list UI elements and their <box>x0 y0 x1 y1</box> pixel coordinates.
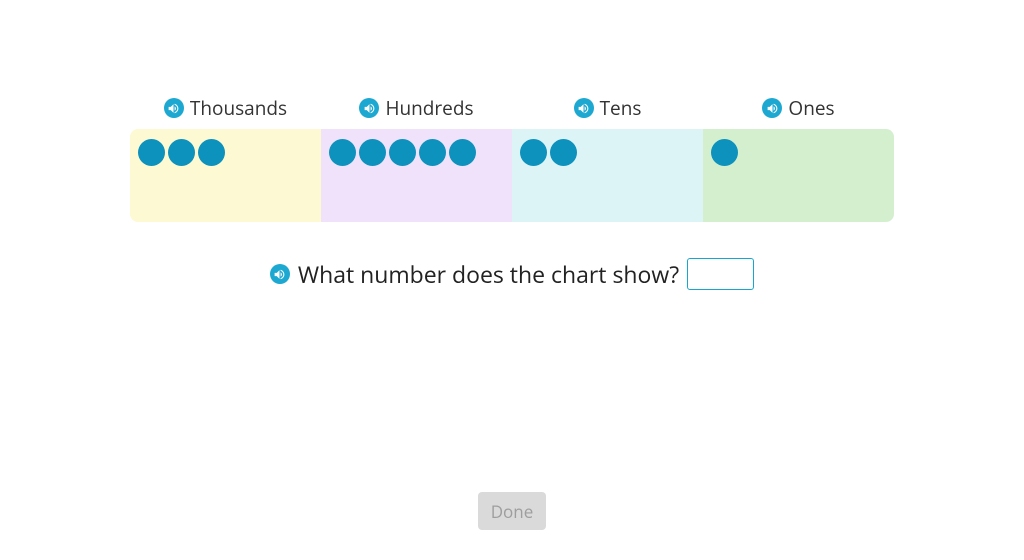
audio-icon[interactable] <box>762 98 782 118</box>
cell-tens <box>512 129 703 222</box>
header-thousands: Thousands <box>130 95 321 121</box>
dot-icon <box>389 139 416 166</box>
audio-icon[interactable] <box>359 98 379 118</box>
audio-icon[interactable] <box>574 98 594 118</box>
header-hundreds: Hundreds <box>321 95 512 121</box>
dot-icon <box>520 139 547 166</box>
dot-icon <box>168 139 195 166</box>
dot-icon <box>138 139 165 166</box>
dot-icon <box>550 139 577 166</box>
header-tens: Tens <box>512 95 703 121</box>
chart-headers: Thousands Hundreds Tens Ones <box>130 95 894 121</box>
place-value-chart-container: Thousands Hundreds Tens Ones <box>130 95 894 222</box>
header-label: Hundreds <box>385 95 473 121</box>
dot-icon <box>329 139 356 166</box>
dot-icon <box>449 139 476 166</box>
answer-input[interactable] <box>687 258 754 290</box>
dot-icon <box>711 139 738 166</box>
header-label: Ones <box>788 95 834 121</box>
header-label: Tens <box>600 95 642 121</box>
header-label: Thousands <box>190 95 287 121</box>
cell-thousands <box>130 129 321 222</box>
dot-icon <box>419 139 446 166</box>
dot-icon <box>359 139 386 166</box>
audio-icon[interactable] <box>164 98 184 118</box>
header-ones: Ones <box>703 95 894 121</box>
question-text: What number does the chart show? <box>298 258 679 290</box>
cell-ones <box>703 129 894 222</box>
audio-icon[interactable] <box>270 264 290 284</box>
question-row: What number does the chart show? <box>0 258 1024 290</box>
chart-body <box>130 129 894 222</box>
done-button[interactable]: Done <box>478 492 546 530</box>
cell-hundreds <box>321 129 512 222</box>
dot-icon <box>198 139 225 166</box>
